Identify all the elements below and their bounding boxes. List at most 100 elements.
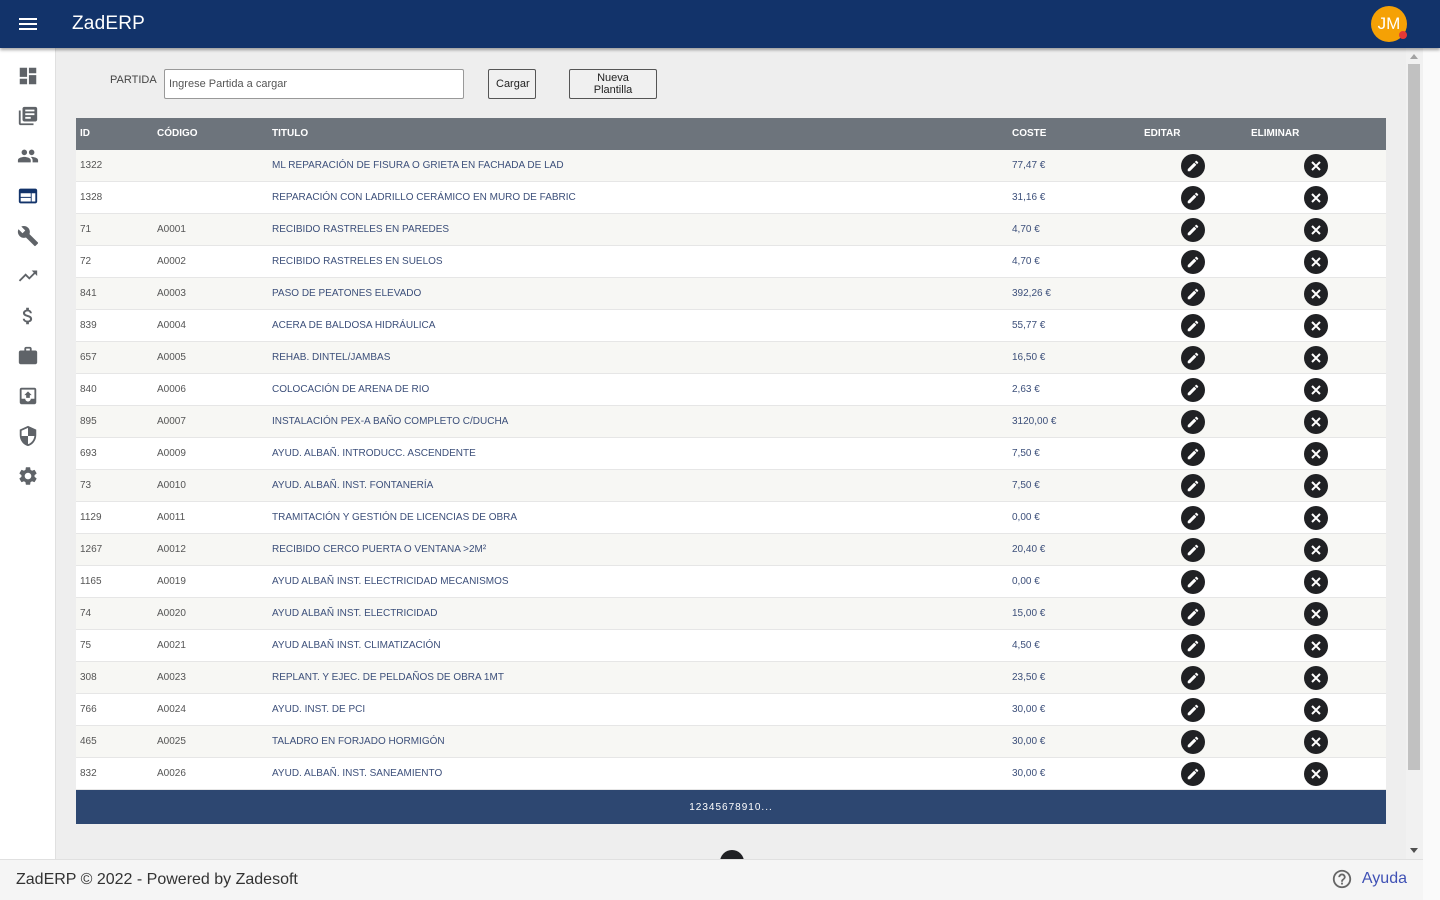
delete-button[interactable] <box>1304 250 1328 274</box>
cell-codigo: A0004 <box>157 320 186 331</box>
delete-button[interactable] <box>1304 314 1328 338</box>
delete-button[interactable] <box>1304 378 1328 402</box>
notification-dot <box>1399 31 1407 39</box>
sidebar-item-finance[interactable] <box>0 296 56 336</box>
sidebar-item-web[interactable] <box>0 176 56 216</box>
cell-titulo: REPLANT. Y EJEC. DE PELDAÑOS DE OBRA 1MT <box>272 672 504 683</box>
page-list: 12345678910 <box>689 802 761 813</box>
delete-button[interactable] <box>1304 506 1328 530</box>
cell-titulo: AYUD ALBAÑ INST. CLIMATIZACIÓN <box>272 640 441 651</box>
table-row: 308 A0023 REPLANT. Y EJEC. DE PELDAÑOS DE … <box>76 662 1386 694</box>
delete-button[interactable] <box>1304 282 1328 306</box>
partida-input[interactable] <box>164 69 464 99</box>
content-scrollbar[interactable] <box>1406 48 1423 859</box>
sidebar-item-trends[interactable] <box>0 256 56 296</box>
page-link[interactable]: 10 <box>748 802 761 813</box>
scroll-up-arrow-icon[interactable] <box>1410 54 1418 59</box>
library-books-icon <box>18 106 38 126</box>
delete-button[interactable] <box>1304 698 1328 722</box>
edit-button[interactable] <box>1181 762 1205 786</box>
table-row: 465 A0025 TALADRO EN FORJADO HORMIGÓN 30,00… <box>76 726 1386 758</box>
table-row: 1322 ML REPARACIÓN DE FISURA O GRIETA EN … <box>76 150 1386 182</box>
edit-button[interactable] <box>1181 474 1205 498</box>
sidebar-item-archive[interactable] <box>0 376 56 416</box>
sidebar-item-people[interactable] <box>0 136 56 176</box>
sidebar-item-tools[interactable] <box>0 216 56 256</box>
delete-button[interactable] <box>1304 538 1328 562</box>
edit-button[interactable] <box>1181 378 1205 402</box>
edit-button[interactable] <box>1181 506 1205 530</box>
cell-id: 75 <box>80 640 92 651</box>
wrench-icon <box>17 226 39 247</box>
delete-button[interactable] <box>1304 346 1328 370</box>
delete-button[interactable] <box>1304 762 1328 786</box>
cell-titulo: AYUD ALBAÑ INST. ELECTRICIDAD <box>272 608 438 619</box>
cell-codigo: A0006 <box>157 384 186 395</box>
sidebar-item-dashboard[interactable] <box>0 56 56 96</box>
cell-coste: 30,00 € <box>1012 768 1046 779</box>
edit-button[interactable] <box>1181 602 1205 626</box>
save-fab-button[interactable] <box>720 850 744 859</box>
edit-button[interactable] <box>1181 410 1205 434</box>
edit-button[interactable] <box>1181 538 1205 562</box>
cell-coste: 0,00 € <box>1012 512 1040 523</box>
nueva-plantilla-button[interactable]: Nueva Plantilla <box>569 69 657 99</box>
delete-button[interactable] <box>1304 634 1328 658</box>
edit-button[interactable] <box>1181 730 1205 754</box>
edit-button[interactable] <box>1181 698 1205 722</box>
edit-button[interactable] <box>1181 282 1205 306</box>
delete-button[interactable] <box>1304 154 1328 178</box>
cell-id: 465 <box>80 736 97 747</box>
edit-button[interactable] <box>1181 442 1205 466</box>
cargar-button[interactable]: Cargar <box>488 69 536 99</box>
cell-id: 1328 <box>80 192 103 203</box>
scroll-thumb[interactable] <box>1408 64 1420 770</box>
close-icon <box>1311 257 1321 267</box>
edit-button[interactable] <box>1181 186 1205 210</box>
cell-titulo: RECIBIDO CERCO PUERTA O VENTANA >2M² <box>272 544 487 555</box>
user-avatar[interactable]: JM <box>1371 6 1407 42</box>
delete-button[interactable] <box>1304 474 1328 498</box>
edit-button[interactable] <box>1181 154 1205 178</box>
table-row: 840 A0006 COLOCACIÓN DE ARENA DE RIO 2,63 € <box>76 374 1386 406</box>
edit-button[interactable] <box>1181 250 1205 274</box>
cell-codigo: A0009 <box>157 448 186 459</box>
cell-codigo: A0023 <box>157 672 186 683</box>
help-link[interactable]: Ayuda <box>1331 868 1407 890</box>
delete-button[interactable] <box>1304 442 1328 466</box>
edit-button[interactable] <box>1181 346 1205 370</box>
edit-button[interactable] <box>1181 570 1205 594</box>
pencil-icon <box>1187 480 1199 492</box>
pencil-icon <box>1187 672 1199 684</box>
window-scrollbar[interactable] <box>1423 0 1440 900</box>
briefcase-icon <box>18 346 38 365</box>
page-more[interactable]: ... <box>761 802 772 813</box>
header-coste: COSTE <box>1012 128 1047 139</box>
edit-button[interactable] <box>1181 634 1205 658</box>
delete-button[interactable] <box>1304 218 1328 242</box>
menu-button[interactable] <box>0 0 56 48</box>
cell-id: 1129 <box>80 512 102 523</box>
sidebar-item-security[interactable] <box>0 416 56 456</box>
delete-button[interactable] <box>1304 602 1328 626</box>
cell-id: 839 <box>80 320 97 331</box>
edit-button[interactable] <box>1181 314 1205 338</box>
close-icon <box>1311 289 1321 299</box>
sidebar-item-business[interactable] <box>0 336 56 376</box>
edit-button[interactable] <box>1181 218 1205 242</box>
cell-coste: 4,70 € <box>1012 224 1040 235</box>
cell-coste: 4,70 € <box>1012 256 1040 267</box>
cell-coste: 0,00 € <box>1012 576 1040 587</box>
table-row: 1129 A0011 TRAMITACIÓN Y GESTIÓN DE LICENC… <box>76 502 1386 534</box>
cell-id: 766 <box>80 704 97 715</box>
delete-button[interactable] <box>1304 666 1328 690</box>
sidebar-item-settings[interactable] <box>0 456 56 496</box>
delete-button[interactable] <box>1304 730 1328 754</box>
delete-button[interactable] <box>1304 570 1328 594</box>
delete-button[interactable] <box>1304 186 1328 210</box>
cell-id: 73 <box>80 480 92 491</box>
delete-button[interactable] <box>1304 410 1328 434</box>
edit-button[interactable] <box>1181 666 1205 690</box>
sidebar-item-library[interactable] <box>0 96 56 136</box>
scroll-down-arrow-icon[interactable] <box>1410 848 1418 853</box>
